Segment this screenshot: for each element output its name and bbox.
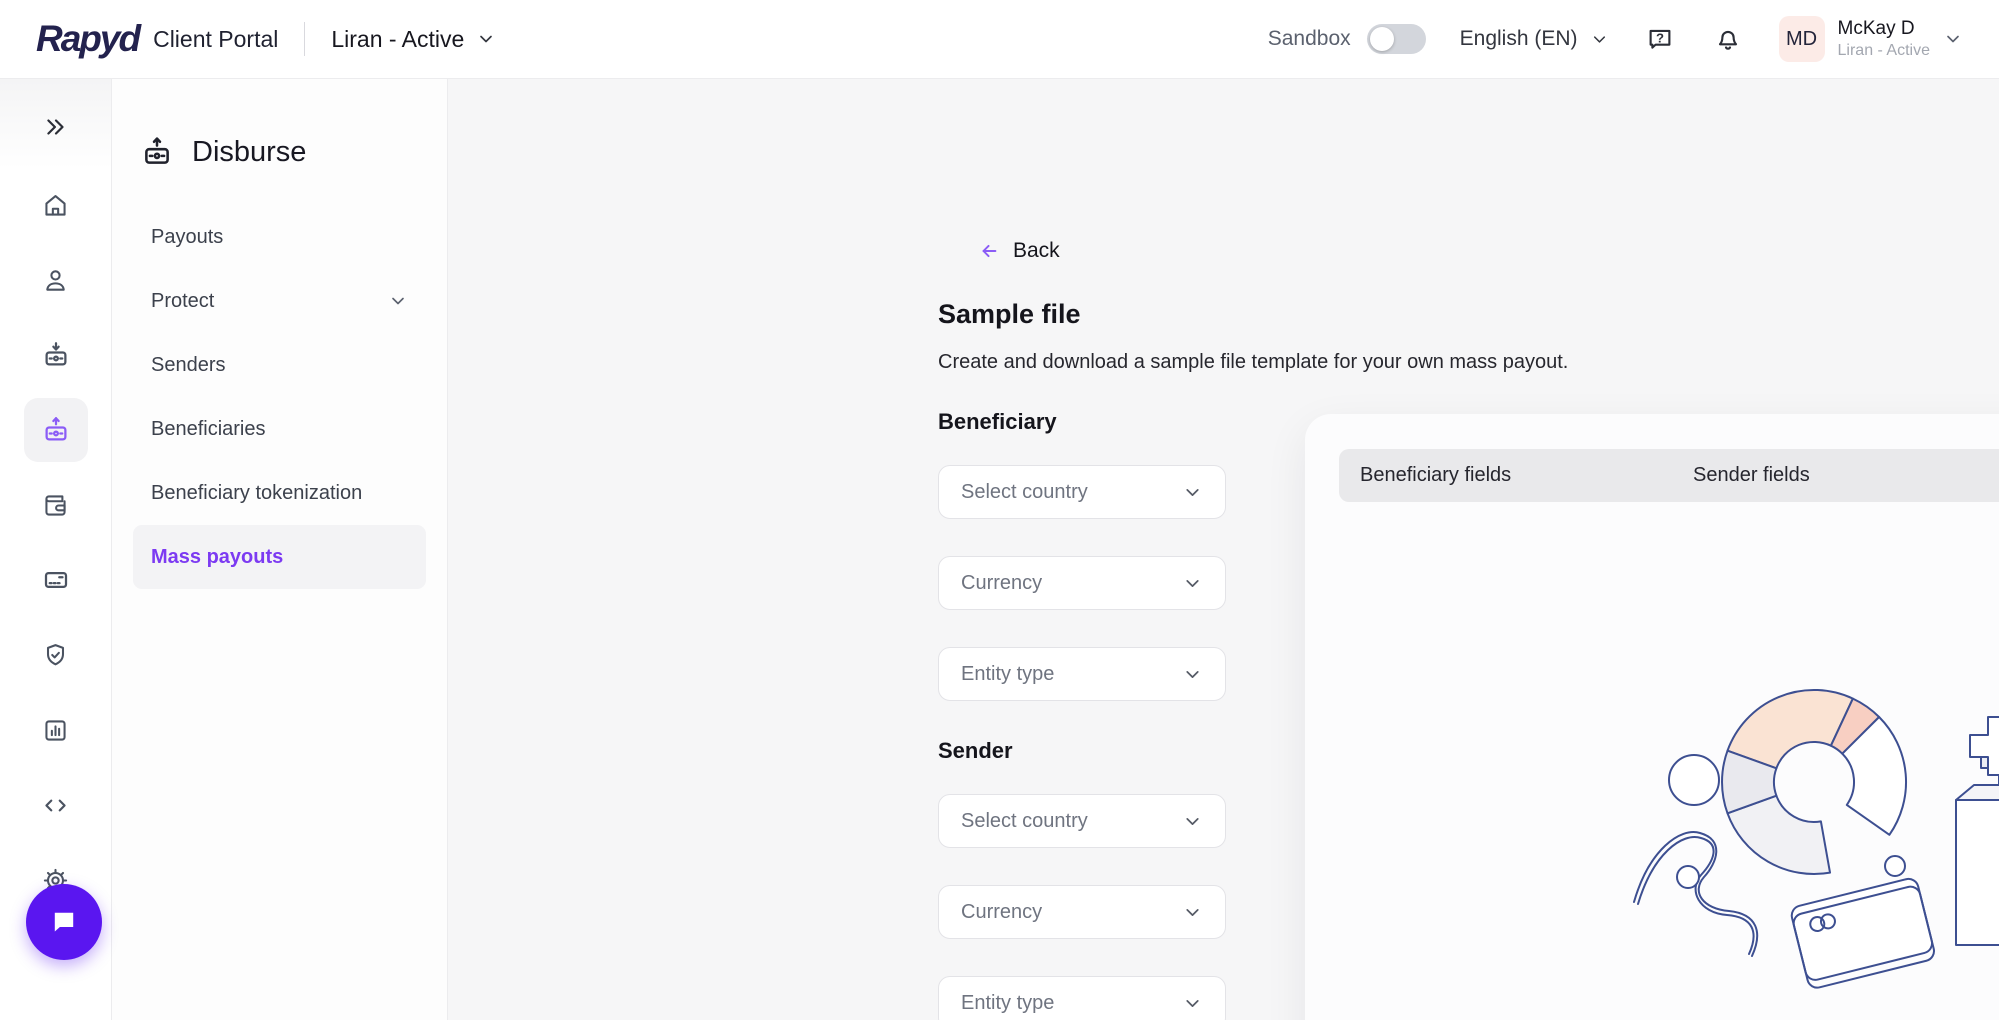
arrow-left-icon: [978, 240, 1000, 262]
rail-item-wallet[interactable]: [24, 473, 88, 537]
sidebar-menu: Payouts Protect Senders Beneficiaries Be…: [112, 205, 447, 589]
beneficiary-entity-type-select[interactable]: Entity type: [938, 647, 1226, 701]
rail-item-reports[interactable]: [24, 698, 88, 762]
user-name: McKay D: [1838, 18, 1930, 41]
shield-check-icon: [41, 641, 70, 670]
rail-item-developers[interactable]: [24, 773, 88, 837]
code-icon: [41, 791, 70, 820]
page-description: Create and download a sample file templa…: [938, 351, 1568, 374]
beneficiary-country-select[interactable]: Select country: [938, 465, 1226, 519]
select-placeholder: Entity type: [961, 992, 1054, 1015]
empty-state: Add the fields you want to your sample f…: [1305, 664, 1999, 1020]
disburse-icon: [41, 415, 71, 445]
sidebar-item-label: Protect: [151, 290, 214, 313]
chevron-down-icon: [388, 291, 408, 311]
language-selector[interactable]: English (EN): [1460, 27, 1609, 51]
home-icon: [41, 191, 70, 220]
icon-rail: [0, 79, 112, 1020]
disburse-icon: [140, 135, 174, 169]
cards-icon: [41, 565, 71, 595]
sidebar-item-beneficiary-tokenization[interactable]: Beneficiary tokenization: [133, 461, 426, 525]
sidebar-item-label: Senders: [151, 354, 226, 377]
sender-currency-select[interactable]: Currency: [938, 885, 1226, 939]
disburse-sidebar: Disburse Payouts Protect Senders Benefic…: [112, 79, 448, 1020]
sidebar-item-mass-payouts[interactable]: Mass payouts: [133, 525, 426, 589]
select-placeholder: Currency: [961, 901, 1042, 924]
section-heading-sender: Sender: [938, 738, 1226, 764]
toggle-knob: [1370, 27, 1394, 51]
sender-entity-type-select[interactable]: Entity type: [938, 976, 1226, 1020]
rail-item-home[interactable]: [24, 173, 88, 237]
rail-item-collect[interactable]: [24, 323, 88, 387]
rapyd-logo: Rapyd: [36, 18, 139, 60]
select-placeholder: Currency: [961, 572, 1042, 595]
chevron-down-icon: [1590, 30, 1609, 49]
fields-panel: Beneficiary fields Sender fields Payout …: [1305, 414, 1999, 1020]
sidebar-item-protect[interactable]: Protect: [133, 269, 426, 333]
expand-sidebar-button[interactable]: [24, 95, 88, 159]
select-placeholder: Select country: [961, 810, 1088, 833]
chat-button[interactable]: [26, 884, 102, 960]
org-selector-label: Liran - Active: [331, 26, 464, 53]
section-heading-beneficiary: Beneficiary: [938, 409, 1226, 435]
chevron-down-icon: [1182, 902, 1203, 923]
sender-country-select[interactable]: Select country: [938, 794, 1226, 848]
sidebar-item-payouts[interactable]: Payouts: [133, 205, 426, 269]
fields-panel-header: Beneficiary fields Sender fields Payout …: [1339, 449, 1999, 502]
select-placeholder: Select country: [961, 481, 1088, 504]
avatar: MD: [1779, 16, 1825, 62]
back-label: Back: [1013, 239, 1060, 263]
help-icon: ?: [1645, 24, 1675, 54]
chevron-down-icon: [1182, 664, 1203, 685]
chevron-down-icon: [1943, 29, 1963, 49]
sidebar-item-label: Beneficiary tokenization: [151, 482, 362, 505]
product-name: Client Portal: [153, 26, 278, 53]
double-chevron-right-icon: [43, 114, 69, 140]
wallet-icon: [41, 491, 70, 520]
language-label: English (EN): [1460, 27, 1578, 51]
chevron-down-icon: [1182, 811, 1203, 832]
user-org: Liran - Active: [1838, 41, 1930, 60]
user-menu[interactable]: MD McKay D Liran - Active: [1779, 16, 1963, 62]
top-header: Rapyd Client Portal Liran - Active Sandb…: [0, 0, 1999, 79]
rail-item-compliance[interactable]: [24, 623, 88, 687]
sample-file-form: Beneficiary Select country Currency Enti…: [938, 409, 1226, 1020]
chevron-down-icon: [1182, 482, 1203, 503]
column-sender-fields: Sender fields: [1672, 464, 1999, 487]
chat-icon: [47, 905, 81, 939]
org-selector[interactable]: Liran - Active: [331, 26, 496, 53]
sidebar-item-beneficiaries[interactable]: Beneficiaries: [133, 397, 426, 461]
sidebar-title-label: Disburse: [192, 136, 306, 169]
sidebar-item-label: Beneficiaries: [151, 418, 266, 441]
rail-item-cards[interactable]: [24, 548, 88, 612]
app-root: Rapyd Client Portal Liran - Active Sandb…: [0, 0, 1999, 1020]
bar-chart-icon: [41, 716, 70, 745]
main-content: Back Sample file Create and download a s…: [448, 79, 1999, 1020]
header-divider: [304, 22, 305, 56]
chevron-down-icon: [476, 29, 496, 49]
sidebar-item-senders[interactable]: Senders: [133, 333, 426, 397]
column-beneficiary-fields: Beneficiary fields: [1339, 464, 1672, 487]
sidebar-title: Disburse: [112, 135, 447, 169]
svg-text:?: ?: [1656, 30, 1664, 45]
chevron-down-icon: [1182, 993, 1203, 1014]
collect-icon: [41, 340, 71, 370]
sidebar-item-label: Mass payouts: [151, 546, 283, 569]
beneficiary-currency-select[interactable]: Currency: [938, 556, 1226, 610]
clients-icon: [41, 266, 70, 295]
sandbox-control: Sandbox: [1268, 24, 1426, 54]
empty-state-illustration: [1604, 664, 1999, 1004]
help-button[interactable]: ?: [1643, 22, 1677, 56]
page-title: Sample file: [938, 299, 1081, 330]
sandbox-label: Sandbox: [1268, 27, 1351, 51]
bell-icon: [1713, 24, 1743, 54]
rail-item-disburse[interactable]: [24, 398, 88, 462]
chevron-down-icon: [1182, 573, 1203, 594]
rail-item-clients[interactable]: [24, 248, 88, 312]
select-placeholder: Entity type: [961, 663, 1054, 686]
sandbox-toggle[interactable]: [1367, 24, 1426, 54]
sidebar-item-label: Payouts: [151, 226, 223, 249]
back-button[interactable]: Back: [978, 239, 1060, 263]
notifications-button[interactable]: [1711, 22, 1745, 56]
